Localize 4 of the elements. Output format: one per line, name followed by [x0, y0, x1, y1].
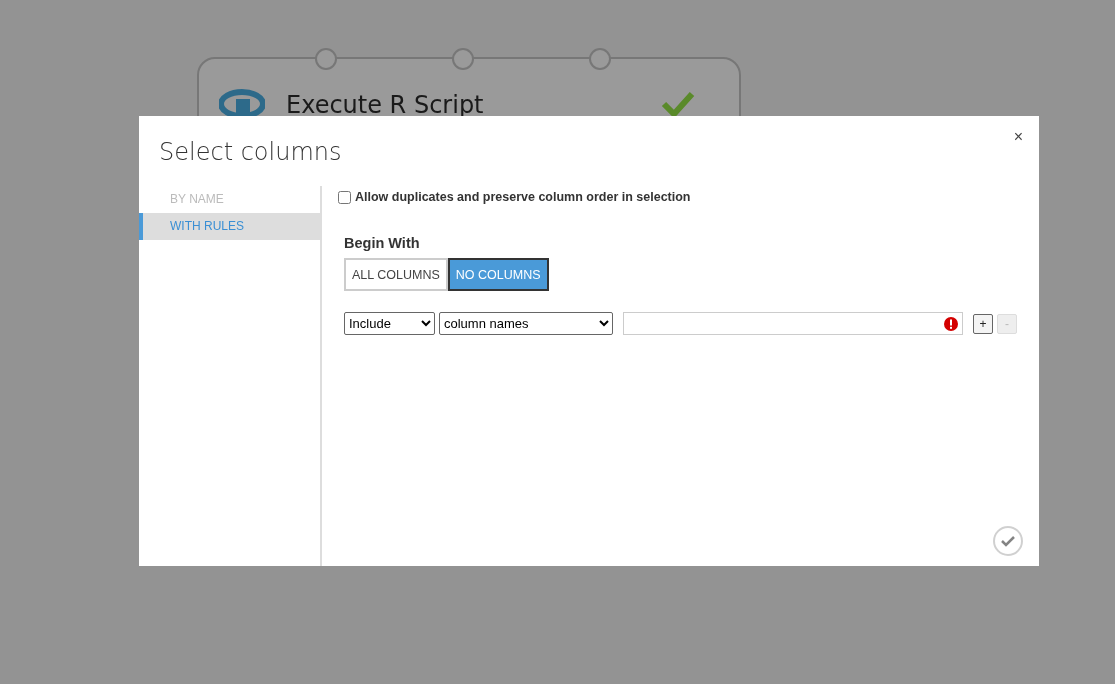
- node-title: Execute R Script: [286, 91, 484, 119]
- checkbox-label: Allow duplicates and preserve column order in selection: [355, 190, 691, 204]
- dialog-title: Select columns: [159, 138, 343, 166]
- section-heading: Begin With: [344, 235, 421, 251]
